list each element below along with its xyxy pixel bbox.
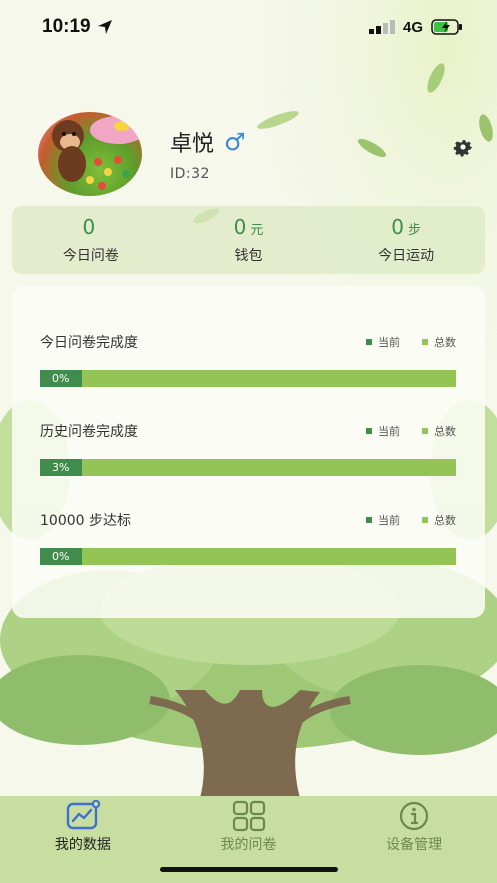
progress-history-survey: 历史问卷完成度 当前 总数 3% xyxy=(40,421,456,476)
status-time: 10:19 xyxy=(42,16,113,38)
male-gender-icon: ♂ xyxy=(224,128,246,156)
legend-current-label: 当前 xyxy=(378,336,400,349)
stat-value: 0 xyxy=(82,215,96,239)
stat-today-survey[interactable]: 0 今日问卷 xyxy=(12,206,170,274)
legend-total-label: 总数 xyxy=(434,425,456,438)
legend-total-label: 总数 xyxy=(434,336,456,349)
progress-card: 今日问卷完成度 当前 总数 0% 历史问卷完成度 当前 总数 3% 10000 … xyxy=(12,286,485,618)
progress-bar: 0% xyxy=(40,370,456,387)
legend-current-swatch xyxy=(366,517,372,523)
stat-label: 今日问卷 xyxy=(62,248,119,264)
progress-legend: 当前 总数 xyxy=(366,512,456,528)
progress-steps-goal: 10000 步达标 当前 总数 0% xyxy=(40,510,456,565)
legend-current-label: 当前 xyxy=(378,514,400,527)
grid-icon xyxy=(232,800,265,832)
progress-title: 今日问卷完成度 xyxy=(40,335,138,351)
stat-unit: 元 xyxy=(250,223,264,238)
legend-current-swatch xyxy=(366,428,372,434)
avatar-image xyxy=(52,116,142,190)
legend-total-swatch xyxy=(422,339,428,345)
progress-today-survey: 今日问卷完成度 当前 总数 0% xyxy=(40,332,456,387)
user-id: ID:32 xyxy=(170,166,210,182)
stat-label: 钱包 xyxy=(234,248,263,264)
user-profile: 卓悦 ♂ ID:32 xyxy=(38,112,246,196)
progress-legend: 当前 总数 xyxy=(366,334,456,350)
stat-today-steps[interactable]: 0 步 今日运动 xyxy=(327,206,485,274)
legend-current-label: 当前 xyxy=(378,425,400,438)
status-time-text: 10:19 xyxy=(42,16,91,37)
chart-icon xyxy=(66,800,101,830)
tab-label: 设备管理 xyxy=(386,837,443,853)
progress-legend: 当前 总数 xyxy=(366,423,456,439)
progress-title: 历史问卷完成度 xyxy=(40,424,138,440)
home-indicator xyxy=(160,867,338,872)
stat-unit: 步 xyxy=(408,223,422,238)
tab-label: 我的数据 xyxy=(54,837,111,853)
tab-label: 我的问卷 xyxy=(220,837,277,853)
stat-value: 0 xyxy=(233,215,247,239)
signal-icon xyxy=(368,20,395,34)
location-arrow-icon xyxy=(97,20,112,34)
legend-total-label: 总数 xyxy=(434,514,456,527)
progress-percent: 0% xyxy=(52,372,70,385)
stat-label: 今日运动 xyxy=(378,248,435,264)
network-type: 4G xyxy=(402,18,423,36)
tab-device-management[interactable]: 设备管理 xyxy=(331,796,497,883)
progress-bar: 3% xyxy=(40,459,456,476)
stat-wallet[interactable]: 0 元 钱包 xyxy=(170,206,328,274)
progress-bar: 0% xyxy=(40,548,456,565)
progress-percent: 0% xyxy=(52,550,70,563)
settings-gear-icon[interactable] xyxy=(451,135,475,159)
user-name: 卓悦 xyxy=(170,132,215,157)
progress-title: 10000 步达标 xyxy=(40,513,131,529)
stat-value: 0 xyxy=(391,215,405,239)
status-indicators: 4G xyxy=(368,18,463,36)
status-bar: 10:19 4G xyxy=(0,0,497,54)
avatar[interactable] xyxy=(38,112,142,196)
tab-my-data[interactable]: 我的数据 xyxy=(0,796,166,883)
progress-percent: 3% xyxy=(52,461,70,474)
legend-total-swatch xyxy=(422,517,428,523)
legend-total-swatch xyxy=(422,428,428,434)
legend-current-swatch xyxy=(366,339,372,345)
info-icon xyxy=(400,801,429,831)
battery-charging-icon xyxy=(431,19,462,35)
summary-stats: 0 今日问卷 0 元 钱包 0 步 今日运动 xyxy=(12,206,485,274)
